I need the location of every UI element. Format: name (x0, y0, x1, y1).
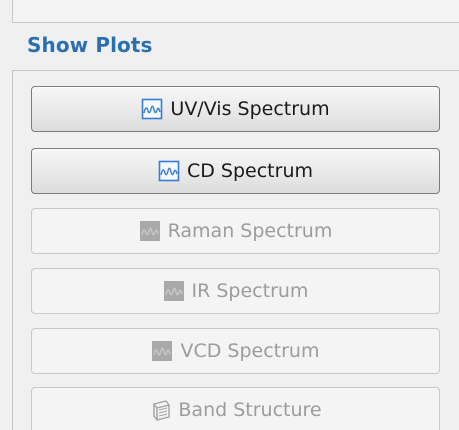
band-structure-button[interactable]: Band Structure (31, 387, 440, 430)
button-label: CD Spectrum (186, 160, 313, 182)
cd-spectrum-button[interactable]: CD Spectrum (31, 148, 440, 194)
spectrum-icon (163, 281, 184, 301)
button-label: IR Spectrum (191, 280, 309, 302)
button-label: Raman Spectrum (167, 220, 333, 242)
button-label: UV/Vis Spectrum (170, 98, 330, 120)
spectrum-icon (139, 221, 160, 241)
show-plots-panel: Show Plots UV/Vis Spectrum CD Spectrum R… (0, 0, 459, 430)
upper-panel-edge (12, 0, 459, 23)
spectrum-icon (142, 98, 163, 120)
uv-vis-spectrum-button[interactable]: UV/Vis Spectrum (31, 86, 440, 132)
band-structure-icon (153, 400, 171, 421)
vcd-spectrum-button[interactable]: VCD Spectrum (31, 328, 440, 374)
ir-spectrum-button[interactable]: IR Spectrum (31, 268, 440, 314)
raman-spectrum-button[interactable]: Raman Spectrum (31, 208, 440, 254)
spectrum-icon (158, 160, 180, 182)
section-title: Show Plots (27, 33, 153, 57)
button-label: VCD Spectrum (180, 340, 320, 362)
spectrum-icon (152, 341, 173, 361)
button-label: Band Structure (178, 399, 322, 421)
